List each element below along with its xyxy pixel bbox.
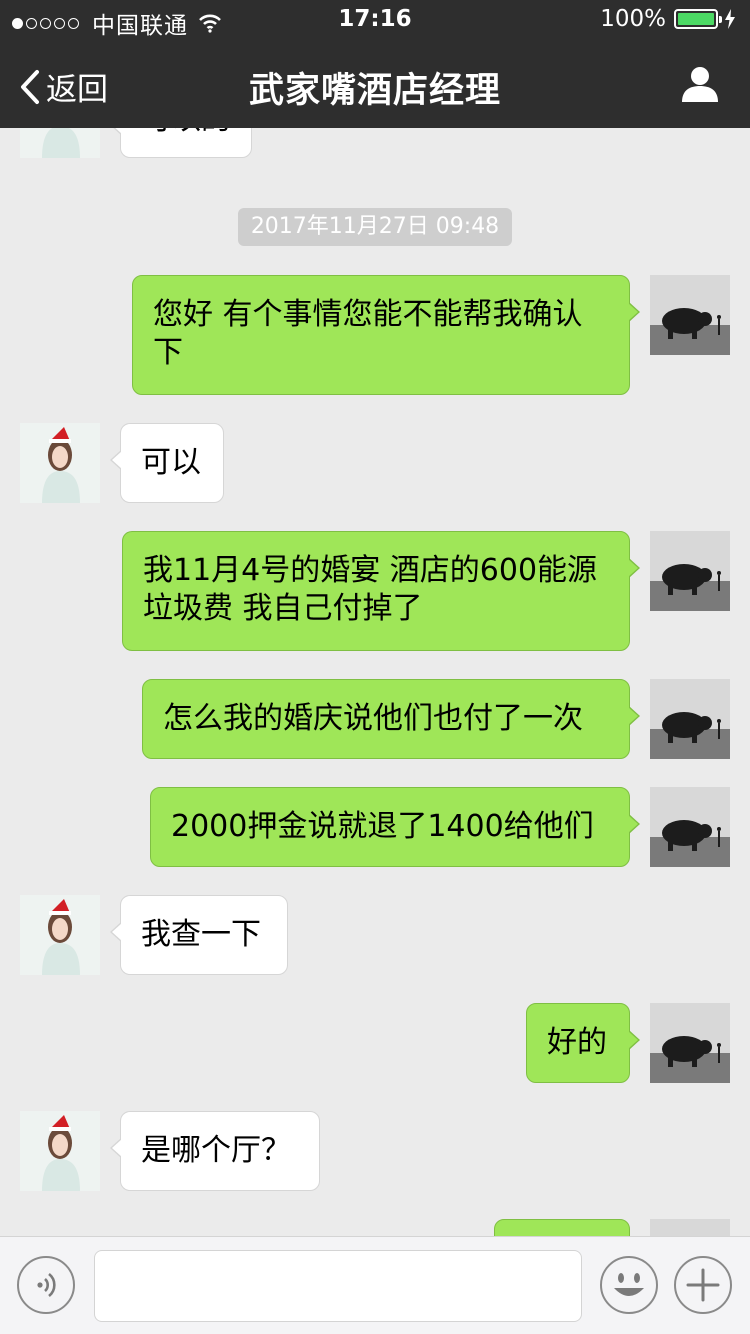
my-avatar[interactable] [650,275,730,355]
emoji-icon [614,1273,644,1296]
chat-area[interactable]: 可以的 2017年11月27日 09:48 您好 有个事情您能不能帮我确认 下 [0,128,750,1236]
bear-avatar-icon [650,787,730,867]
message-line: 您好 有个事情您能不能帮我确认 [153,297,583,332]
person-icon[interactable] [680,64,720,104]
voice-button[interactable] [17,1256,75,1314]
my-avatar[interactable] [650,787,730,867]
voice-icon [37,1272,56,1298]
message-text: 可以的 [141,128,231,137]
bear-avatar-icon [650,679,730,759]
chat-title: 武家嘴酒店经理 [248,71,501,111]
woman-avatar-icon [20,1111,100,1191]
status-bar: 中国联通 17:16 100% [0,0,750,40]
my-avatar[interactable] [650,1219,730,1236]
more-button[interactable] [674,1256,732,1314]
input-bar [0,1236,750,1334]
message-input[interactable] [94,1250,582,1322]
message-line: 下 [153,335,183,370]
nav-bar: 返回 武家嘴酒店经理 [0,40,750,128]
message-bubble[interactable]: 2000押金说就退了1400给他们 [150,787,640,867]
message-bubble[interactable]: 怎么我的婚庆说他们也付了一次 [142,679,640,759]
woman-avatar-icon [20,423,100,503]
battery-tip [719,16,722,23]
bear-avatar-icon [650,275,730,355]
message-timestamp: 2017年11月27日 09:48 [238,208,512,246]
message-text: 2000押金说就退了1400给他们 [171,809,594,844]
message-bubble[interactable] [494,1219,630,1236]
my-avatar[interactable] [650,1003,730,1083]
bear-avatar-icon [650,1219,730,1236]
my-avatar[interactable] [650,531,730,611]
message-line: 垃圾费 我自己付掉了 [143,591,423,626]
bear-avatar-icon [650,1003,730,1083]
avatar[interactable] [20,423,100,503]
message-bubble[interactable]: 可以 [110,423,224,503]
battery-icon [674,9,722,29]
bolt-icon [725,9,735,29]
woman-avatar-icon [20,895,100,975]
top-bar: 中国联通 17:16 100% 返回 武家嘴酒店经理 [0,0,750,128]
message-bubble[interactable]: 可以的 [110,128,252,158]
message-text: 可以 [141,445,201,480]
avatar[interactable] [20,1111,100,1191]
message-text: 好的 [547,1025,607,1060]
battery-fill [678,13,714,25]
status-right: 100% [600,6,736,32]
message-line: 我11月4号的婚宴 酒店的600能源 [143,553,598,588]
avatar[interactable] [20,128,100,158]
plus-icon [686,1268,720,1302]
my-avatar[interactable] [650,679,730,759]
message-bubble[interactable]: 是哪个厅？ [110,1111,320,1191]
message-text: 我查一下 [141,917,261,952]
message-text: 是哪个厅？ [141,1133,291,1168]
woman-avatar-icon [20,128,100,158]
battery-percent: 100% [600,6,666,32]
message-bubble[interactable]: 我11月4号的婚宴 酒店的600能源 垃圾费 我自己付掉了 [122,531,640,651]
message-bubble[interactable]: 我查一下 [110,895,288,975]
avatar[interactable] [20,895,100,975]
message-text: 怎么我的婚庆说他们也付了一次 [163,701,583,736]
message-bubble[interactable]: 您好 有个事情您能不能帮我确认 下 [132,275,640,395]
bear-avatar-icon [650,531,730,611]
emoji-button[interactable] [600,1256,658,1314]
message-bubble[interactable]: 好的 [526,1003,640,1083]
